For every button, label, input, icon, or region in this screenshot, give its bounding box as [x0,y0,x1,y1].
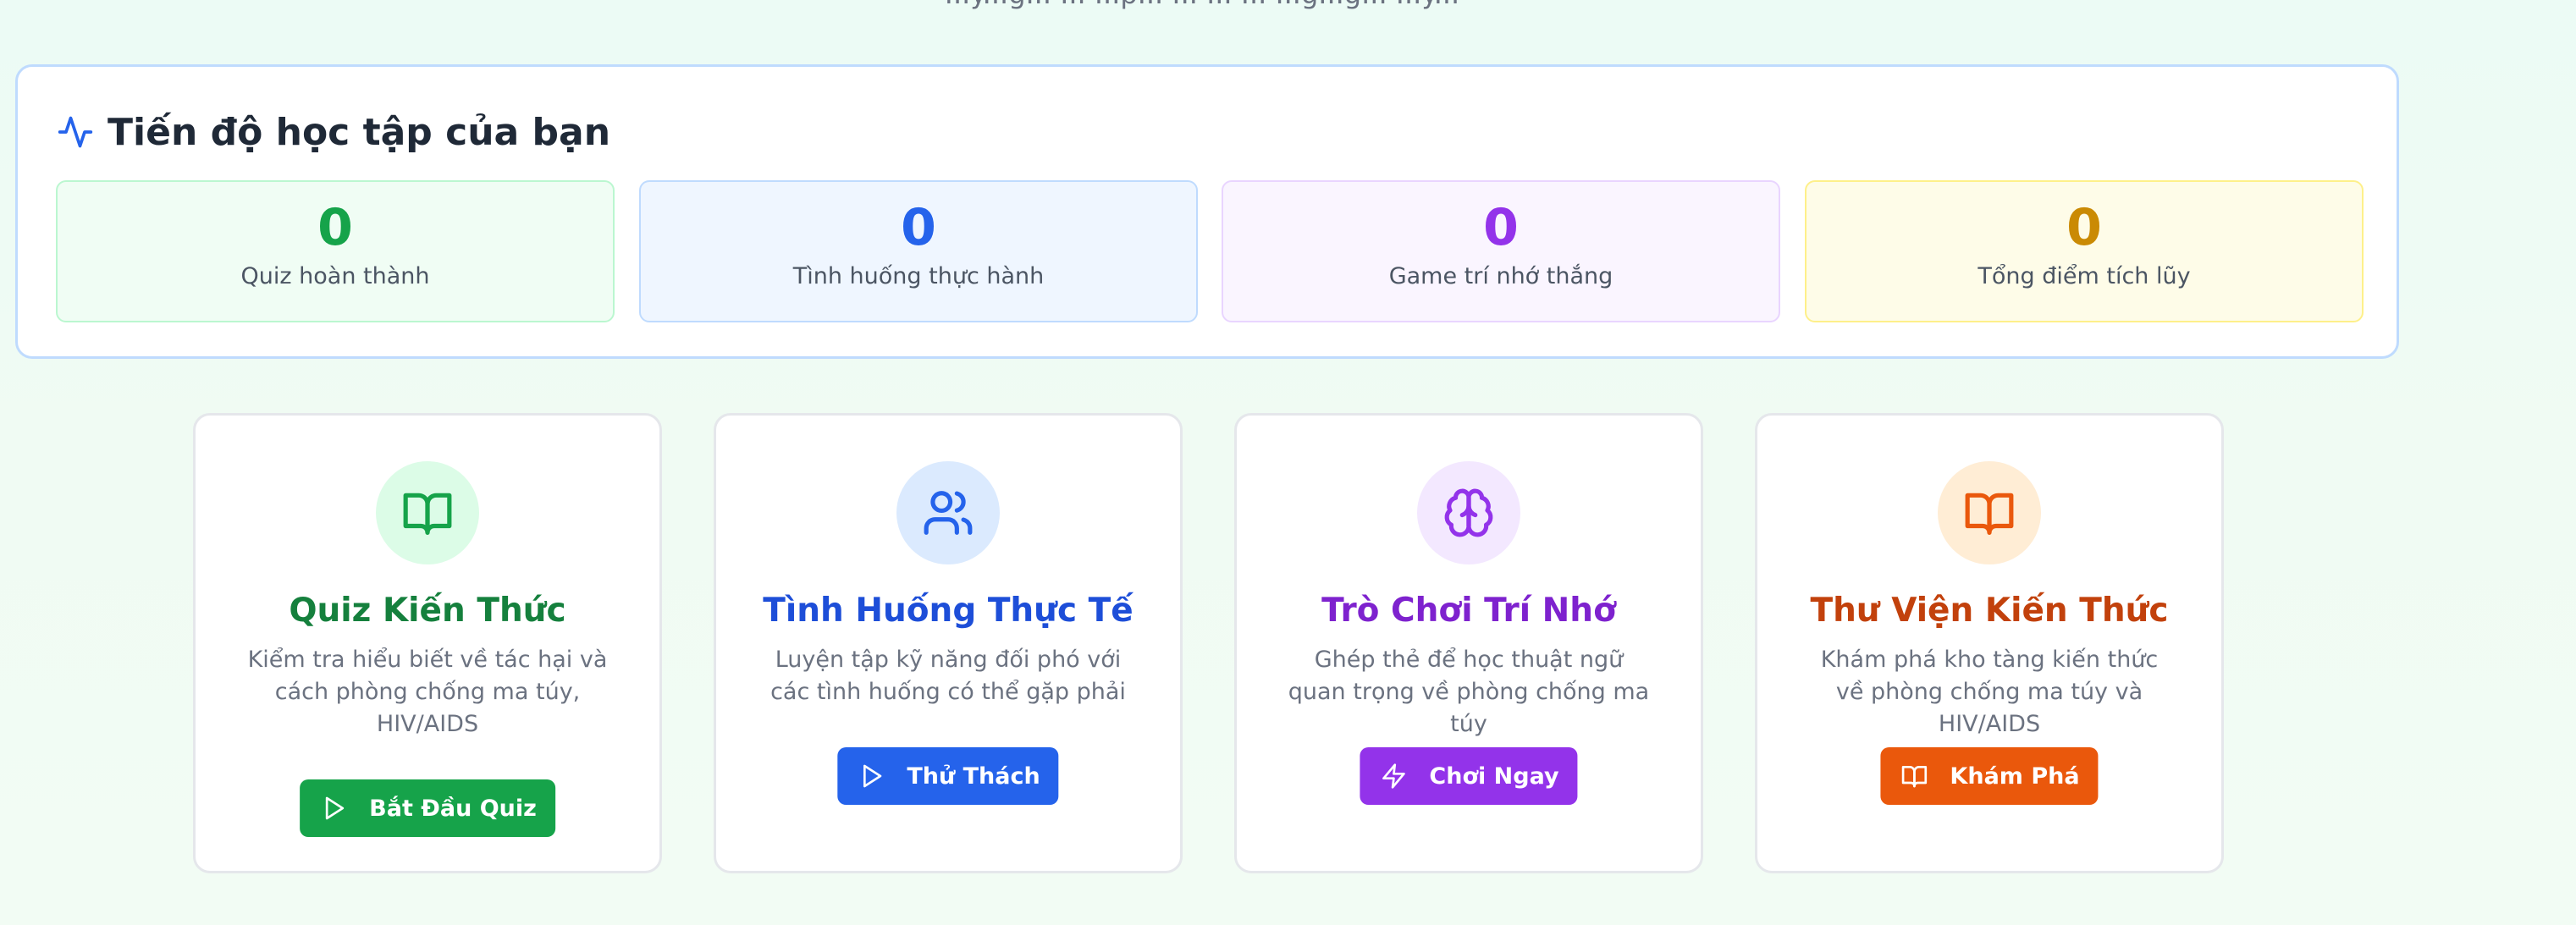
explore-button[interactable]: Khám Phá [1880,747,2099,805]
card-description: Luyện tập kỹ năng đối phó với các tình h… [770,647,1126,705]
users-icon [924,491,973,535]
page-subtitle: ...y...g... ... ...p... ... ... ... ...g… [0,0,2404,10]
stat-situations: 0 Tình huống thực hành [639,180,1198,322]
card-description: Ghép thẻ để học thuật ngữ quan trọng về … [1288,647,1650,737]
card-icon-circle [896,461,1000,564]
stat-label: Tổng điểm tích lũy [1978,263,2191,289]
button-label: Khám Phá [1950,763,2080,790]
stat-total-points: 0 Tổng điểm tích lũy [1805,180,2364,322]
stat-value: 0 [2066,198,2102,257]
card-library: Thư Viện Kiến Thức Khám phá kho tàng kiế… [1755,413,2224,873]
book-open-icon [1901,766,1928,788]
activity-icon [58,116,93,148]
card-title: Thư Viện Kiến Thức [1810,592,2169,630]
stat-value: 0 [317,198,353,257]
stat-label: Quiz hoàn thành [240,263,430,289]
card-title: Tình Huống Thực Tế [763,592,1134,630]
stat-quiz: 0 Quiz hoàn thành [56,180,615,322]
book-open-icon [1965,493,2014,535]
stat-value: 0 [1483,198,1519,257]
stats-row: 0 Quiz hoàn thành 0 Tình huống thực hành… [56,180,2364,322]
button-label: Chơi Ngay [1429,763,1559,790]
card-title: Quiz Kiến Thức [289,592,566,630]
progress-header: Tiến độ học tập của bạn [57,104,610,160]
play-icon [325,796,345,820]
play-icon [863,764,882,788]
stat-label: Tình huống thực hành [792,263,1045,289]
stat-memory-game: 0 Game trí nhớ thắng [1222,180,1780,322]
play-now-button[interactable]: Chơi Ngay [1360,747,1578,805]
card-icon-circle [376,461,479,564]
card-description: Kiểm tra hiểu biết về tác hại và cách ph… [247,647,608,737]
card-quiz: Quiz Kiến Thức Kiểm tra hiểu biết về tác… [193,413,662,873]
button-label: Thử Thách [907,763,1040,790]
challenge-button[interactable]: Thử Thách [837,747,1059,805]
zap-icon [1382,763,1405,789]
stat-label: Game trí nhớ thắng [1388,263,1613,289]
brain-icon [1444,488,1493,537]
progress-panel: Tiến độ học tập của bạn 0 Quiz hoàn thàn… [15,64,2399,359]
card-memory-game: Trò Chơi Trí Nhớ Ghép thẻ để học thuật n… [1234,413,1703,873]
progress-title: Tiến độ học tập của bạn [108,110,611,154]
card-situations: Tình Huống Thực Tế Luyện tập kỹ năng đối… [714,413,1183,873]
card-icon-circle [1417,461,1520,564]
stat-value: 0 [901,198,936,257]
start-quiz-button[interactable]: Bắt Đầu Quiz [300,779,555,837]
card-icon-circle [1938,461,2041,564]
button-label: Bắt Đầu Quiz [369,795,537,822]
card-title: Trò Chơi Trí Nhớ [1321,592,1616,630]
book-open-icon [403,493,452,535]
card-description: Khám phá kho tàng kiến thức về phòng chố… [1820,647,2159,737]
